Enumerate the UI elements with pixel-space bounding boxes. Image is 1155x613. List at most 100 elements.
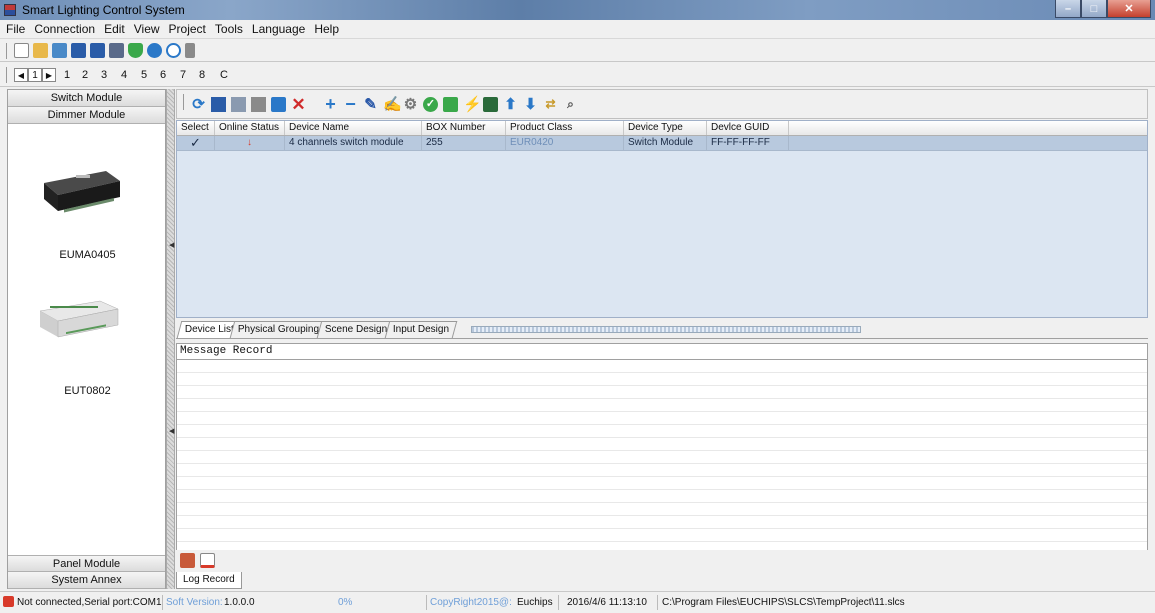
table-header: Select Online Status Device Name BOX Num… xyxy=(177,121,1147,136)
device-image-eut0802[interactable] xyxy=(36,293,122,341)
search-icon[interactable] xyxy=(271,97,286,112)
version-label: Soft Version: xyxy=(166,597,223,608)
switch-module-button[interactable]: Switch Module xyxy=(8,90,165,107)
page-link[interactable]: 1 xyxy=(64,69,70,81)
menu-file[interactable]: File xyxy=(2,20,30,38)
menu-tools[interactable]: Tools xyxy=(211,20,248,38)
column-header[interactable]: Online Status xyxy=(215,121,285,135)
info-icon[interactable] xyxy=(166,43,181,58)
tab-physical-grouping[interactable]: Physical Grouping xyxy=(229,321,328,338)
menu-help[interactable]: Help xyxy=(310,20,344,38)
collapse-arrow-icon[interactable]: ◀ xyxy=(169,427,174,435)
menu-connection[interactable]: Connection xyxy=(30,20,100,38)
tab-scene-design[interactable]: Scene Design xyxy=(316,321,396,338)
current-page-box[interactable]: 1 xyxy=(28,68,42,82)
company-name: Euchips xyxy=(517,597,553,608)
copyright-label: CopyRight2015@: xyxy=(430,597,512,608)
column-header[interactable]: Device Name xyxy=(285,121,422,135)
chip-icon[interactable] xyxy=(483,97,498,112)
write-icon[interactable]: ✍ xyxy=(383,97,402,112)
online-status-indicator: ↓ xyxy=(215,136,285,150)
page-link[interactable]: 4 xyxy=(121,69,127,81)
device-type-cell[interactable]: Switch Module xyxy=(624,136,707,150)
transfer-icon[interactable]: ⇄ xyxy=(543,97,558,112)
settings-icon[interactable]: ⚙ xyxy=(403,97,418,112)
menu-edit[interactable]: Edit xyxy=(100,20,130,38)
design-tabs: Device List Physical Grouping Scene Desi… xyxy=(176,318,1148,339)
toolbar-grip[interactable] xyxy=(6,67,8,83)
pager-toolbar: ◀ 1 ▶ 1 2 3 4 5 6 7 8 C xyxy=(0,63,1155,87)
page-link[interactable]: 3 xyxy=(101,69,107,81)
arrow-down-icon[interactable]: ⬇ xyxy=(523,97,538,112)
flash-icon[interactable]: ⚡ xyxy=(463,97,482,112)
open-icon[interactable] xyxy=(33,43,48,58)
device-label: EUMA0405 xyxy=(59,249,116,261)
new-icon[interactable] xyxy=(14,43,29,58)
device-image-euma0405[interactable] xyxy=(36,165,122,213)
device-table: Select Online Status Device Name BOX Num… xyxy=(176,120,1148,318)
column-header[interactable]: BOX Number xyxy=(422,121,506,135)
product-class-cell[interactable]: EUR0420 xyxy=(506,136,624,150)
list-icon[interactable] xyxy=(231,97,246,112)
page-link[interactable]: 6 xyxy=(160,69,166,81)
list-icon[interactable] xyxy=(251,97,266,112)
tab-log-record[interactable]: Log Record xyxy=(176,572,242,589)
dimmer-module-button[interactable]: Dimmer Module xyxy=(8,107,165,124)
download-icon[interactable] xyxy=(443,97,458,112)
box-number-cell[interactable]: 255 xyxy=(422,136,506,150)
table-row[interactable]: ✓ ↓ 4 channels switch module 255 EUR0420… xyxy=(177,136,1147,151)
horizontal-scrollbar[interactable] xyxy=(471,326,861,333)
close-button[interactable]: ✕ xyxy=(1107,0,1151,18)
edit-icon[interactable]: ✎ xyxy=(363,97,378,112)
column-header[interactable]: Devlce GUID xyxy=(707,121,789,135)
select-checkmark[interactable]: ✓ xyxy=(177,136,215,150)
column-header[interactable]: Product Class xyxy=(506,121,624,135)
message-record-header: Message Record xyxy=(176,343,1148,360)
maximize-button[interactable]: □ xyxy=(1081,0,1107,18)
shield-icon[interactable] xyxy=(128,43,143,58)
menu-view[interactable]: View xyxy=(130,20,165,38)
column-header-filler xyxy=(789,121,1147,135)
save-icon[interactable] xyxy=(71,43,86,58)
export-log-icon[interactable] xyxy=(200,553,215,568)
app-icon xyxy=(4,4,16,16)
delete-icon[interactable]: ✕ xyxy=(291,96,306,113)
scrollbar-thumb[interactable] xyxy=(472,327,860,332)
project-icon[interactable] xyxy=(52,43,67,58)
list-icon[interactable] xyxy=(211,97,226,112)
page-link[interactable]: 8 xyxy=(199,69,205,81)
page-link[interactable]: 5 xyxy=(141,69,147,81)
prev-page-button[interactable]: ◀ xyxy=(14,68,28,82)
tab-input-design[interactable]: Input Design xyxy=(384,321,458,338)
collapse-arrow-icon[interactable]: ◀ xyxy=(169,241,174,249)
next-page-button[interactable]: ▶ xyxy=(42,68,56,82)
page-link[interactable]: C xyxy=(220,69,228,81)
page-link[interactable]: 2 xyxy=(82,69,88,81)
check-icon[interactable]: ✓ xyxy=(423,97,438,112)
message-record-list[interactable] xyxy=(176,360,1148,550)
exit-icon[interactable] xyxy=(185,43,195,58)
minimize-button[interactable]: – xyxy=(1055,0,1081,18)
arrow-up-icon[interactable]: ⬆ xyxy=(503,97,518,112)
panel-module-button[interactable]: Panel Module xyxy=(8,555,165,572)
system-annex-button[interactable]: System Annex xyxy=(8,572,165,589)
save-as-icon[interactable] xyxy=(90,43,105,58)
page-link[interactable]: 7 xyxy=(180,69,186,81)
toolbar-grip[interactable] xyxy=(183,94,185,110)
add-icon[interactable]: + xyxy=(323,95,338,113)
column-header[interactable]: Device Type xyxy=(624,121,707,135)
close-project-icon[interactable] xyxy=(109,43,124,58)
device-guid-cell[interactable]: FF-FF-FF-FF xyxy=(707,136,789,150)
menu-language[interactable]: Language xyxy=(248,20,310,38)
help-icon[interactable] xyxy=(147,43,162,58)
sidebar-splitter[interactable]: ◀ ◀ xyxy=(166,89,175,589)
clear-log-icon[interactable] xyxy=(180,553,195,568)
find-icon[interactable]: ⌕ xyxy=(563,97,578,112)
toolbar-grip[interactable] xyxy=(6,43,8,59)
refresh-icon[interactable]: ⟳ xyxy=(191,97,206,112)
menu-project[interactable]: Project xyxy=(165,20,211,38)
device-name-cell[interactable]: 4 channels switch module xyxy=(285,136,422,150)
column-header[interactable]: Select xyxy=(177,121,215,135)
remove-icon[interactable]: − xyxy=(343,95,358,113)
menu-bar: File Connection Edit View Project Tools … xyxy=(0,20,1155,38)
